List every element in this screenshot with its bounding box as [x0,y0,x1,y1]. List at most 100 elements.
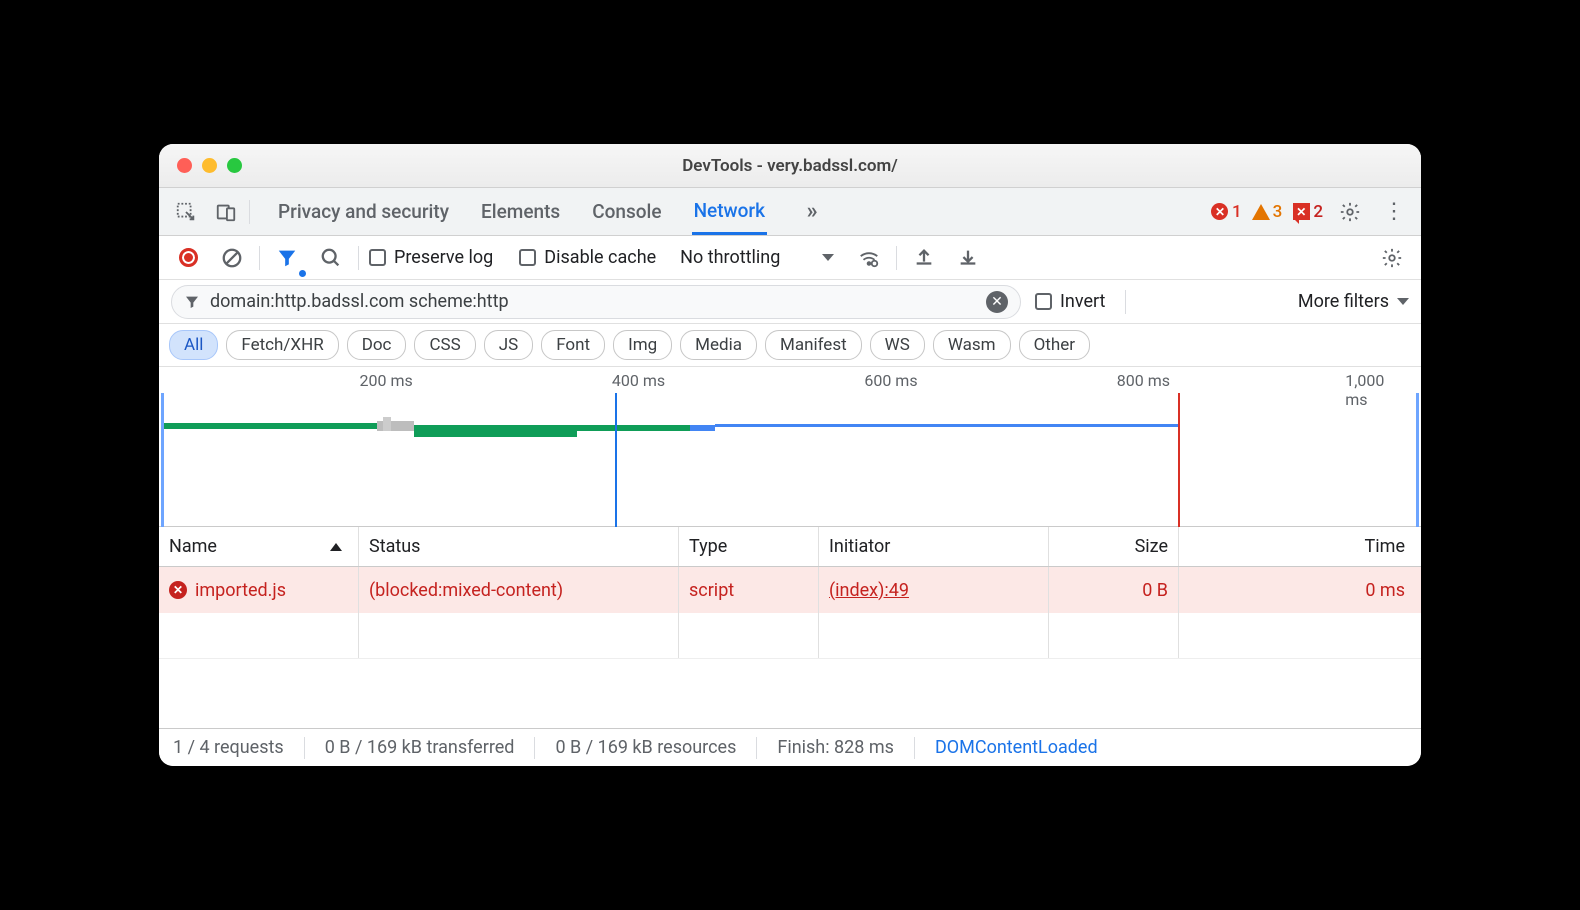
timeline-body [161,393,1419,527]
disable-cache-checkbox[interactable]: Disable cache [519,247,656,268]
minimize-window-button[interactable] [202,158,217,173]
load-line [1178,393,1180,527]
chevron-down-icon [1397,298,1409,305]
request-initiator-link[interactable]: (index):49 [829,580,909,601]
tab-console[interactable]: Console [590,190,663,233]
timeline-tick: 400 ms [612,371,665,390]
error-icon: ✕ [169,581,187,599]
column-initiator-label: Initiator [829,536,890,557]
zoom-window-button[interactable] [227,158,242,173]
column-status-label: Status [369,536,420,557]
column-type[interactable]: Type [679,527,819,566]
panel-tabs: Privacy and security Elements Console Ne… [276,189,829,234]
divider [1125,290,1126,314]
column-time-label: Time [1365,536,1405,557]
table-body: ✕ imported.js (blocked:mixed-content) sc… [159,567,1421,728]
filter-icon[interactable] [270,241,304,275]
invert-checkbox[interactable]: Invert [1035,291,1105,312]
resource-type-chips: All Fetch/XHR Doc CSS JS Font Img Media … [159,324,1421,367]
inspect-element-icon[interactable] [169,195,203,229]
clear-filter-icon[interactable]: ✕ [986,291,1008,313]
chip-ws[interactable]: WS [870,330,925,360]
more-filters-button[interactable]: More filters [1298,291,1409,312]
table-row[interactable]: ✕ imported.js (blocked:mixed-content) sc… [159,567,1421,613]
device-toolbar-icon[interactable] [209,195,243,229]
error-count: 1 [1232,202,1242,222]
warning-icon [1252,203,1270,221]
request-size: 0 B [1142,580,1168,601]
column-time[interactable]: Time [1179,527,1421,566]
import-har-icon[interactable] [951,241,985,275]
divider [358,246,359,270]
record-button[interactable] [171,241,205,275]
chip-font[interactable]: Font [541,330,605,360]
checkbox-icon [1035,293,1052,310]
chip-fetch-xhr[interactable]: Fetch/XHR [226,330,338,360]
column-initiator[interactable]: Initiator [819,527,1049,566]
throttling-value: No throttling [680,247,780,268]
cell-size: 0 B [1049,567,1179,613]
waterfall-bar [715,424,1178,427]
summary-requests: 1 / 4 requests [173,737,284,758]
preserve-log-label: Preserve log [394,247,493,268]
chip-manifest[interactable]: Manifest [765,330,862,360]
filter-input[interactable]: domain:http.badssl.com scheme:http ✕ [171,285,1021,319]
warning-count: 3 [1273,202,1283,222]
throttling-select[interactable]: No throttling [680,247,834,268]
network-conditions-icon[interactable] [852,241,886,275]
request-type: script [689,580,734,601]
column-name[interactable]: Name [159,527,359,566]
column-size[interactable]: Size [1049,527,1179,566]
column-name-label: Name [169,536,217,557]
network-toolbar: Preserve log Disable cache No throttling [159,236,1421,280]
tab-privacy-security[interactable]: Privacy and security [276,190,451,233]
more-options-icon[interactable]: ⋮ [1377,195,1411,229]
chip-js[interactable]: JS [484,330,533,360]
divider [249,200,250,224]
cell-status: (blocked:mixed-content) [359,567,679,613]
chip-other[interactable]: Other [1019,330,1090,360]
chip-media[interactable]: Media [680,330,757,360]
chip-all[interactable]: All [169,330,218,360]
error-count-badge[interactable]: ✕ 1 [1211,202,1242,222]
tabs-right: ✕ 1 3 ✕ 2 ⋮ [1211,195,1411,229]
timeline-tick: 200 ms [360,371,413,390]
invert-label: Invert [1060,291,1105,312]
tab-elements[interactable]: Elements [479,190,562,233]
network-settings-icon[interactable] [1375,241,1409,275]
chip-css[interactable]: CSS [414,330,475,360]
filter-bar: domain:http.badssl.com scheme:http ✕ Inv… [159,280,1421,324]
column-status[interactable]: Status [359,527,679,566]
issue-count-badge[interactable]: ✕ 2 [1292,202,1323,222]
column-size-label: Size [1135,536,1168,557]
divider [896,246,897,270]
cell-time: 0 ms [1179,567,1421,613]
titlebar: DevTools - very.badssl.com/ [159,144,1421,188]
summary-domcontentloaded: DOMContentLoaded [935,737,1098,758]
clear-button[interactable] [215,241,249,275]
timeline-overview[interactable]: 200 ms 400 ms 600 ms 800 ms 1,000 ms [159,367,1421,527]
issue-icon: ✕ [1292,203,1310,221]
close-window-button[interactable] [177,158,192,173]
tab-network[interactable]: Network [692,189,768,235]
divider [534,737,535,759]
timeline-handle[interactable] [383,417,391,431]
sort-ascending-icon [330,543,342,551]
settings-icon[interactable] [1333,195,1367,229]
export-har-icon[interactable] [907,241,941,275]
preserve-log-checkbox[interactable]: Preserve log [369,247,493,268]
filter-query: domain:http.badssl.com scheme:http [210,291,509,312]
window-title: DevTools - very.badssl.com/ [159,156,1421,176]
divider [914,737,915,759]
timeline-tick: 800 ms [1117,371,1170,390]
warning-count-badge[interactable]: 3 [1252,202,1283,222]
chip-wasm[interactable]: Wasm [933,330,1011,360]
search-icon[interactable] [314,241,348,275]
more-filters-label: More filters [1298,291,1389,312]
timeline-labels: 200 ms 400 ms 600 ms 800 ms 1,000 ms [159,367,1421,393]
chip-doc[interactable]: Doc [347,330,407,360]
more-tabs-icon[interactable]: » [795,195,829,229]
devtools-window: DevTools - very.badssl.com/ Privacy and … [159,144,1421,766]
main-tabs-row: Privacy and security Elements Console Ne… [159,188,1421,236]
chip-img[interactable]: Img [613,330,672,360]
